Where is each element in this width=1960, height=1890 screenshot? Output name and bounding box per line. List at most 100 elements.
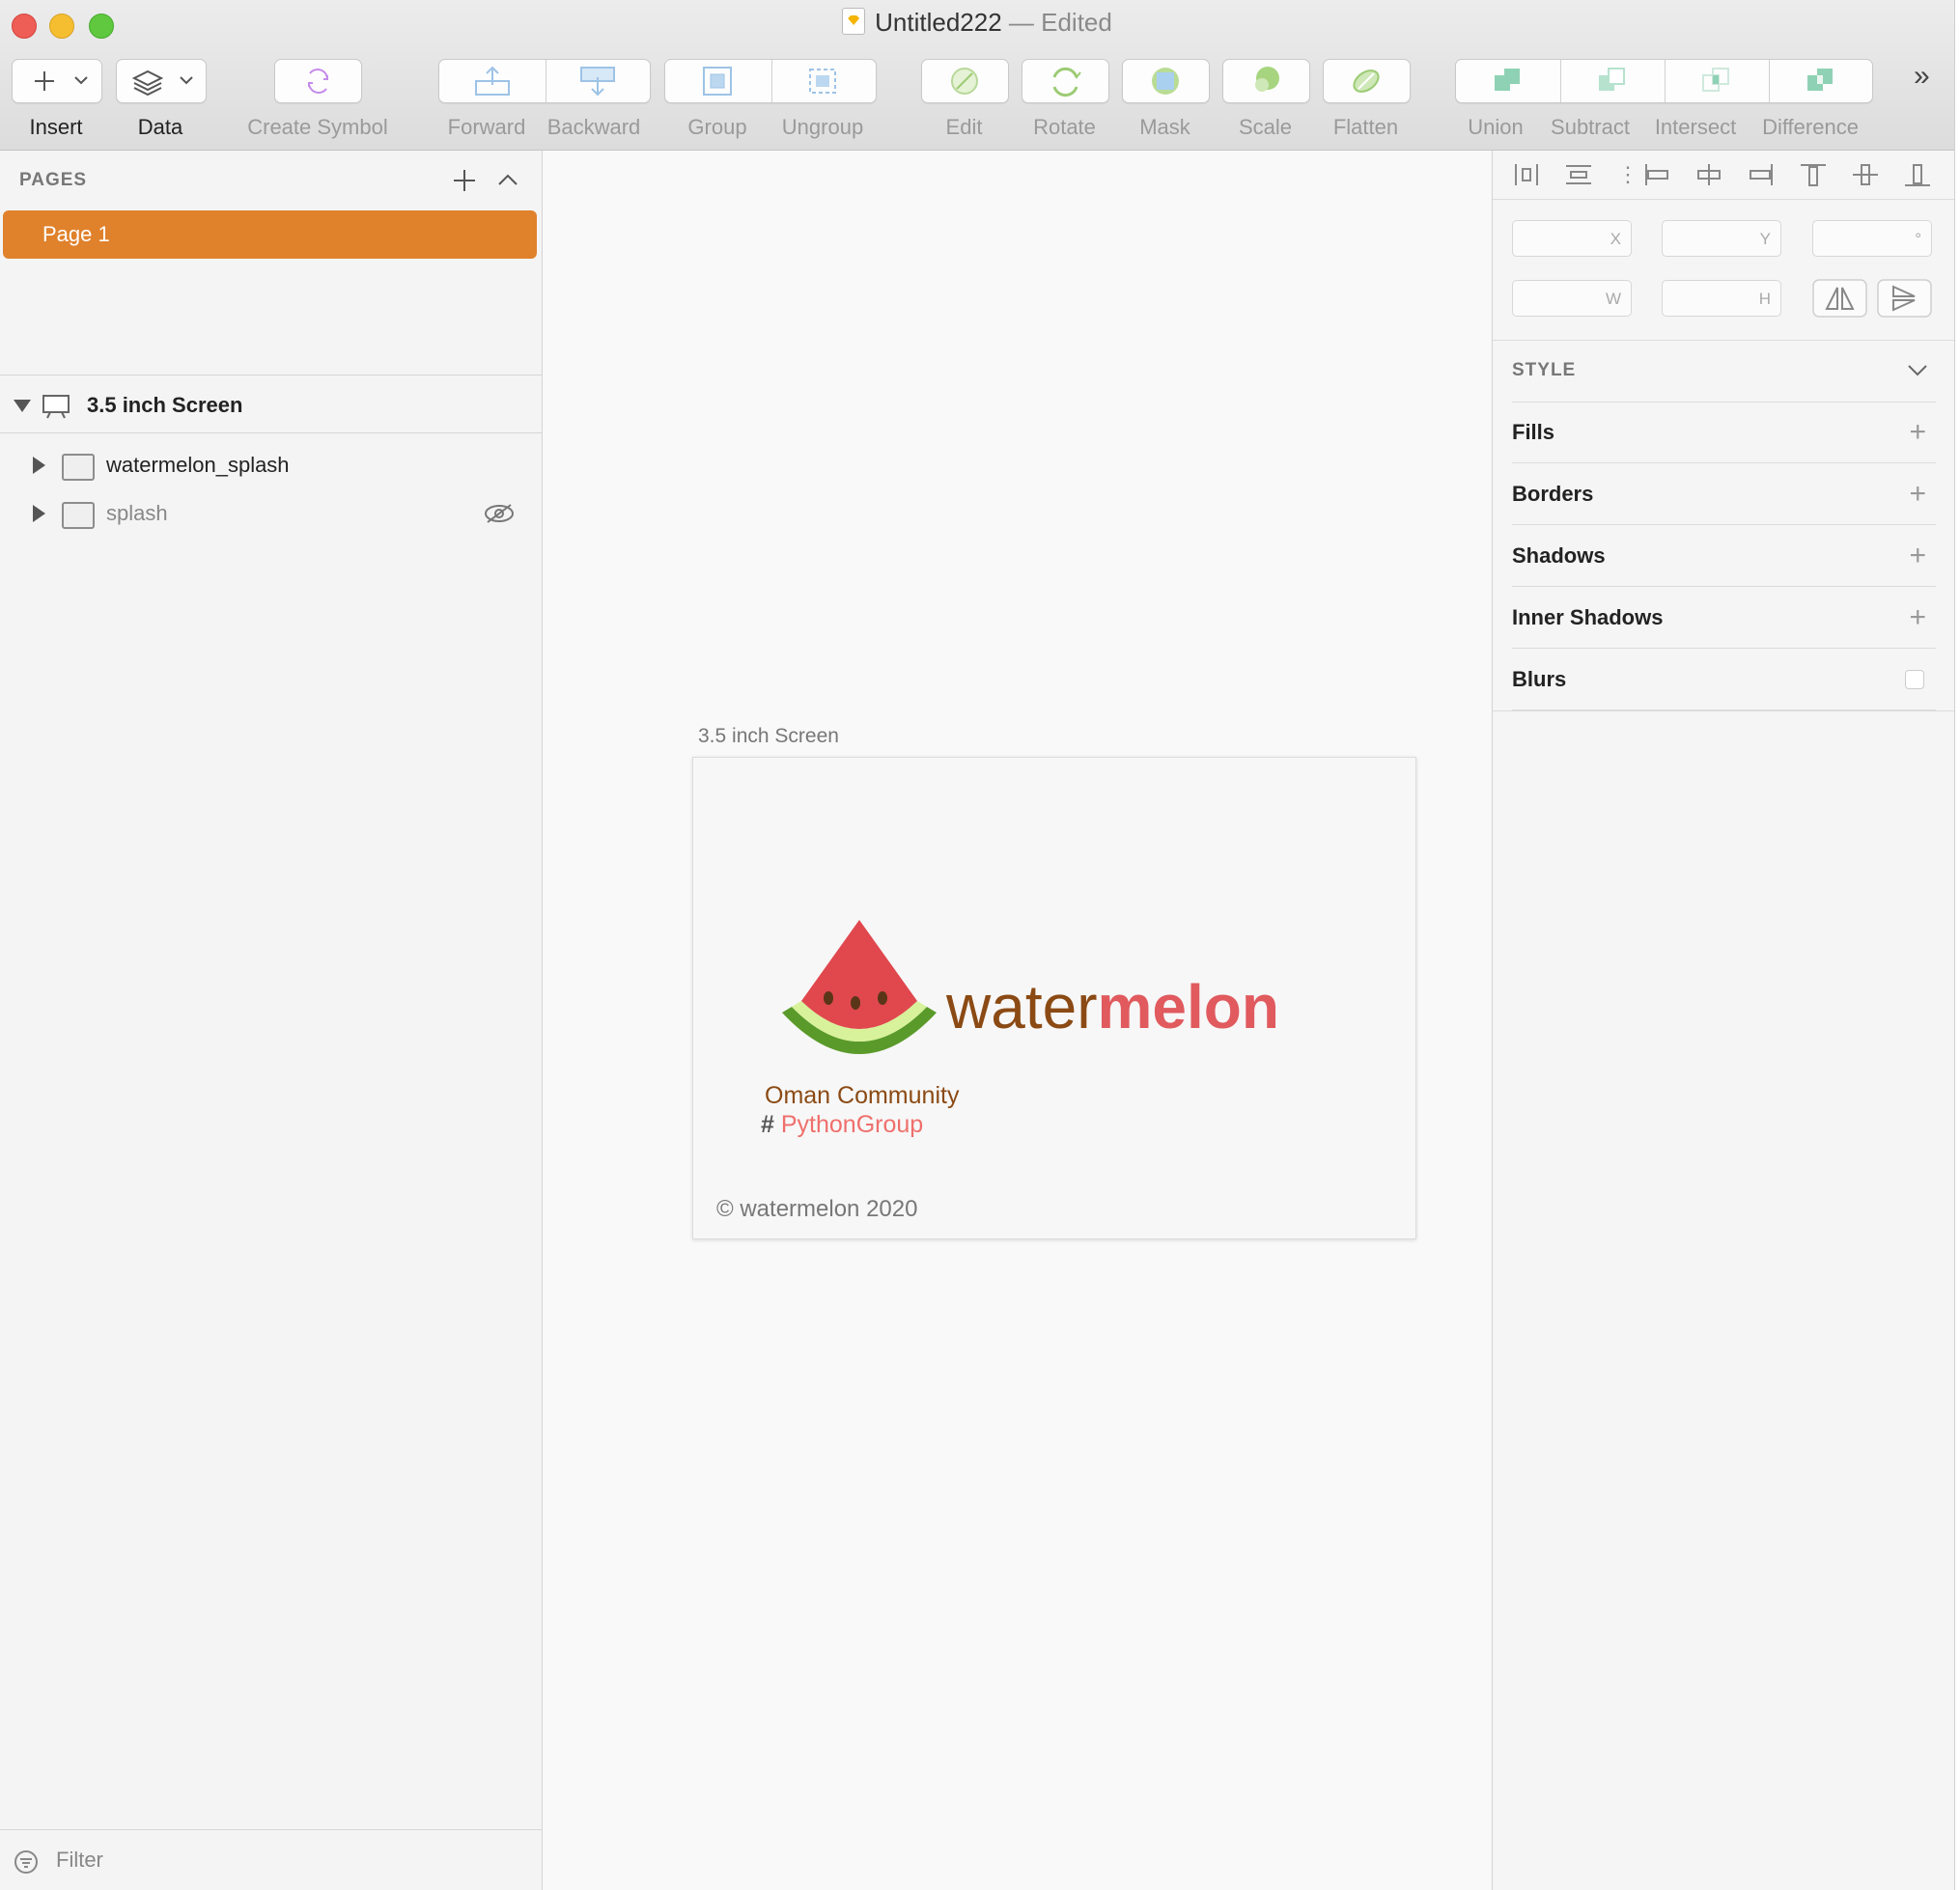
rotation-field[interactable]: ° bbox=[1812, 220, 1932, 257]
add-inner-shadow-icon[interactable]: + bbox=[1909, 587, 1926, 648]
height-field[interactable]: H bbox=[1662, 280, 1781, 317]
ungroup-icon[interactable] bbox=[771, 60, 876, 102]
intersect-icon[interactable] bbox=[1665, 60, 1769, 102]
blurs-section[interactable]: Blurs bbox=[1512, 649, 1936, 710]
layers-sidebar: PAGES Page 1 3.5 inch Screen watermelon_… bbox=[0, 151, 543, 1890]
add-fill-icon[interactable]: + bbox=[1909, 402, 1926, 462]
toolbar-overflow-button[interactable]: » bbox=[1914, 60, 1930, 93]
group-folder-icon bbox=[62, 454, 95, 481]
align-top-icon[interactable] bbox=[1799, 162, 1828, 187]
data-button[interactable] bbox=[116, 59, 207, 103]
scale-label: Scale bbox=[1238, 115, 1293, 139]
align-vertical-center-icon[interactable] bbox=[1851, 162, 1880, 187]
more-options-icon[interactable]: ⋮ bbox=[1617, 162, 1638, 187]
wordmark-light: water bbox=[946, 972, 1098, 1042]
width-field[interactable]: W bbox=[1512, 280, 1632, 317]
difference-icon[interactable] bbox=[1769, 60, 1872, 102]
align-right-icon[interactable] bbox=[1747, 162, 1776, 187]
union-label: Union bbox=[1468, 115, 1524, 139]
edit-path-icon bbox=[951, 68, 978, 95]
edited-status: — Edited bbox=[1008, 8, 1112, 37]
rotate-icon bbox=[1052, 68, 1081, 97]
create-symbol-label: Create Symbol bbox=[247, 115, 388, 139]
watermelon-wordmark[interactable]: watermelon bbox=[946, 976, 1279, 1038]
inner-shadows-label: Inner Shadows bbox=[1512, 605, 1664, 629]
artboard-title[interactable]: 3.5 inch Screen bbox=[698, 725, 839, 748]
borders-section[interactable]: Borders + bbox=[1512, 463, 1936, 525]
insert-button[interactable] bbox=[12, 59, 102, 103]
ungroup-label: Ungroup bbox=[781, 115, 864, 139]
flatten-button[interactable] bbox=[1323, 59, 1411, 103]
add-shadow-icon[interactable]: + bbox=[1909, 525, 1926, 586]
inner-shadows-section[interactable]: Inner Shadows + bbox=[1512, 587, 1936, 649]
subtract-icon[interactable] bbox=[1560, 60, 1665, 102]
disclosure-expanded-icon[interactable] bbox=[14, 400, 31, 412]
divider bbox=[1493, 710, 1954, 711]
disclosure-collapsed-icon[interactable] bbox=[33, 457, 45, 474]
design-canvas[interactable]: 3.5 inch Screen watermelon Oman Communit… bbox=[543, 151, 1491, 1890]
pages-header: PAGES bbox=[19, 170, 88, 190]
difference-label: Difference bbox=[1762, 115, 1859, 139]
fills-section[interactable]: Fills + bbox=[1512, 402, 1936, 463]
disclosure-collapsed-icon[interactable] bbox=[33, 505, 45, 522]
union-icon[interactable] bbox=[1456, 60, 1560, 102]
create-symbol-button[interactable] bbox=[274, 59, 362, 103]
flatten-label: Flatten bbox=[1332, 115, 1399, 139]
page-item-page-1[interactable]: Page 1 bbox=[3, 210, 537, 259]
forward-label: Forward bbox=[447, 115, 526, 139]
sketch-window: Untitled222 — Edited Insert Data Create … bbox=[0, 0, 1955, 1890]
flip-horizontal-icon[interactable] bbox=[1812, 279, 1867, 318]
hashtag-text: PythonGroup bbox=[780, 1111, 924, 1138]
hashtag-line[interactable]: # PythonGroup bbox=[761, 1111, 923, 1139]
community-subtitle[interactable]: Oman Community bbox=[765, 1082, 959, 1110]
add-border-icon[interactable]: + bbox=[1909, 463, 1926, 524]
shadows-section[interactable]: Shadows + bbox=[1512, 525, 1936, 587]
layer-watermelon-splash[interactable]: watermelon_splash bbox=[0, 444, 542, 486]
collapse-pages-icon[interactable] bbox=[496, 170, 519, 191]
distribute-vertical-icon[interactable] bbox=[1564, 162, 1593, 187]
style-section-header[interactable]: STYLE bbox=[1512, 341, 1936, 403]
copyright-text[interactable]: © watermelon 2020 bbox=[716, 1196, 917, 1223]
hidden-eye-icon[interactable] bbox=[483, 502, 516, 525]
backward-icon[interactable] bbox=[546, 60, 650, 102]
chevron-down-icon bbox=[1908, 365, 1927, 376]
symbol-icon bbox=[308, 69, 328, 94]
align-horizontal-center-icon[interactable] bbox=[1694, 162, 1723, 187]
align-bottom-icon[interactable] bbox=[1903, 162, 1932, 187]
filter-input[interactable]: Filter bbox=[56, 1848, 103, 1873]
group-icon[interactable] bbox=[665, 60, 771, 102]
forward-icon[interactable] bbox=[439, 60, 546, 102]
align-left-icon[interactable] bbox=[1642, 162, 1671, 187]
add-page-icon[interactable] bbox=[452, 168, 477, 193]
watermelon-slice-icon[interactable] bbox=[772, 912, 946, 1067]
blur-checkbox[interactable] bbox=[1905, 670, 1924, 689]
filter-icon[interactable] bbox=[14, 1849, 39, 1875]
window-title: Untitled222 — Edited bbox=[0, 8, 1954, 38]
rotate-button[interactable] bbox=[1022, 59, 1109, 103]
layer-splash[interactable]: splash bbox=[0, 492, 542, 535]
plus-icon bbox=[35, 71, 88, 91]
y-position-field[interactable]: Y bbox=[1662, 220, 1781, 257]
edit-label: Edit bbox=[945, 115, 983, 139]
borders-label: Borders bbox=[1512, 482, 1594, 506]
x-position-field[interactable]: X bbox=[1512, 220, 1632, 257]
artboard-3-5-inch-screen[interactable]: watermelon Oman Community # PythonGroup … bbox=[692, 757, 1416, 1239]
hash-symbol: # bbox=[761, 1111, 774, 1138]
shadows-label: Shadows bbox=[1512, 543, 1606, 568]
artboard-icon bbox=[42, 395, 70, 419]
scale-button[interactable] bbox=[1222, 59, 1310, 103]
layer-artboard-3-5-inch-screen[interactable]: 3.5 inch Screen bbox=[0, 384, 542, 427]
flip-vertical-icon[interactable] bbox=[1877, 279, 1932, 318]
titlebar: Untitled222 — Edited Insert Data Create … bbox=[0, 0, 1954, 151]
inspector-panel: ⋮ X Y ° W H STYLE Fills + Borders + Shad… bbox=[1492, 151, 1954, 1890]
mask-button[interactable] bbox=[1122, 59, 1210, 103]
alignment-bar: ⋮ bbox=[1493, 151, 1954, 200]
scale-icon bbox=[1255, 67, 1279, 92]
distribute-horizontal-icon[interactable] bbox=[1512, 162, 1541, 187]
artboard-layer-label: 3.5 inch Screen bbox=[87, 393, 243, 417]
divider bbox=[0, 432, 542, 433]
edit-button[interactable] bbox=[921, 59, 1009, 103]
insert-label: Insert bbox=[29, 115, 83, 139]
fills-label: Fills bbox=[1512, 420, 1555, 444]
mask-label: Mask bbox=[1139, 115, 1190, 139]
